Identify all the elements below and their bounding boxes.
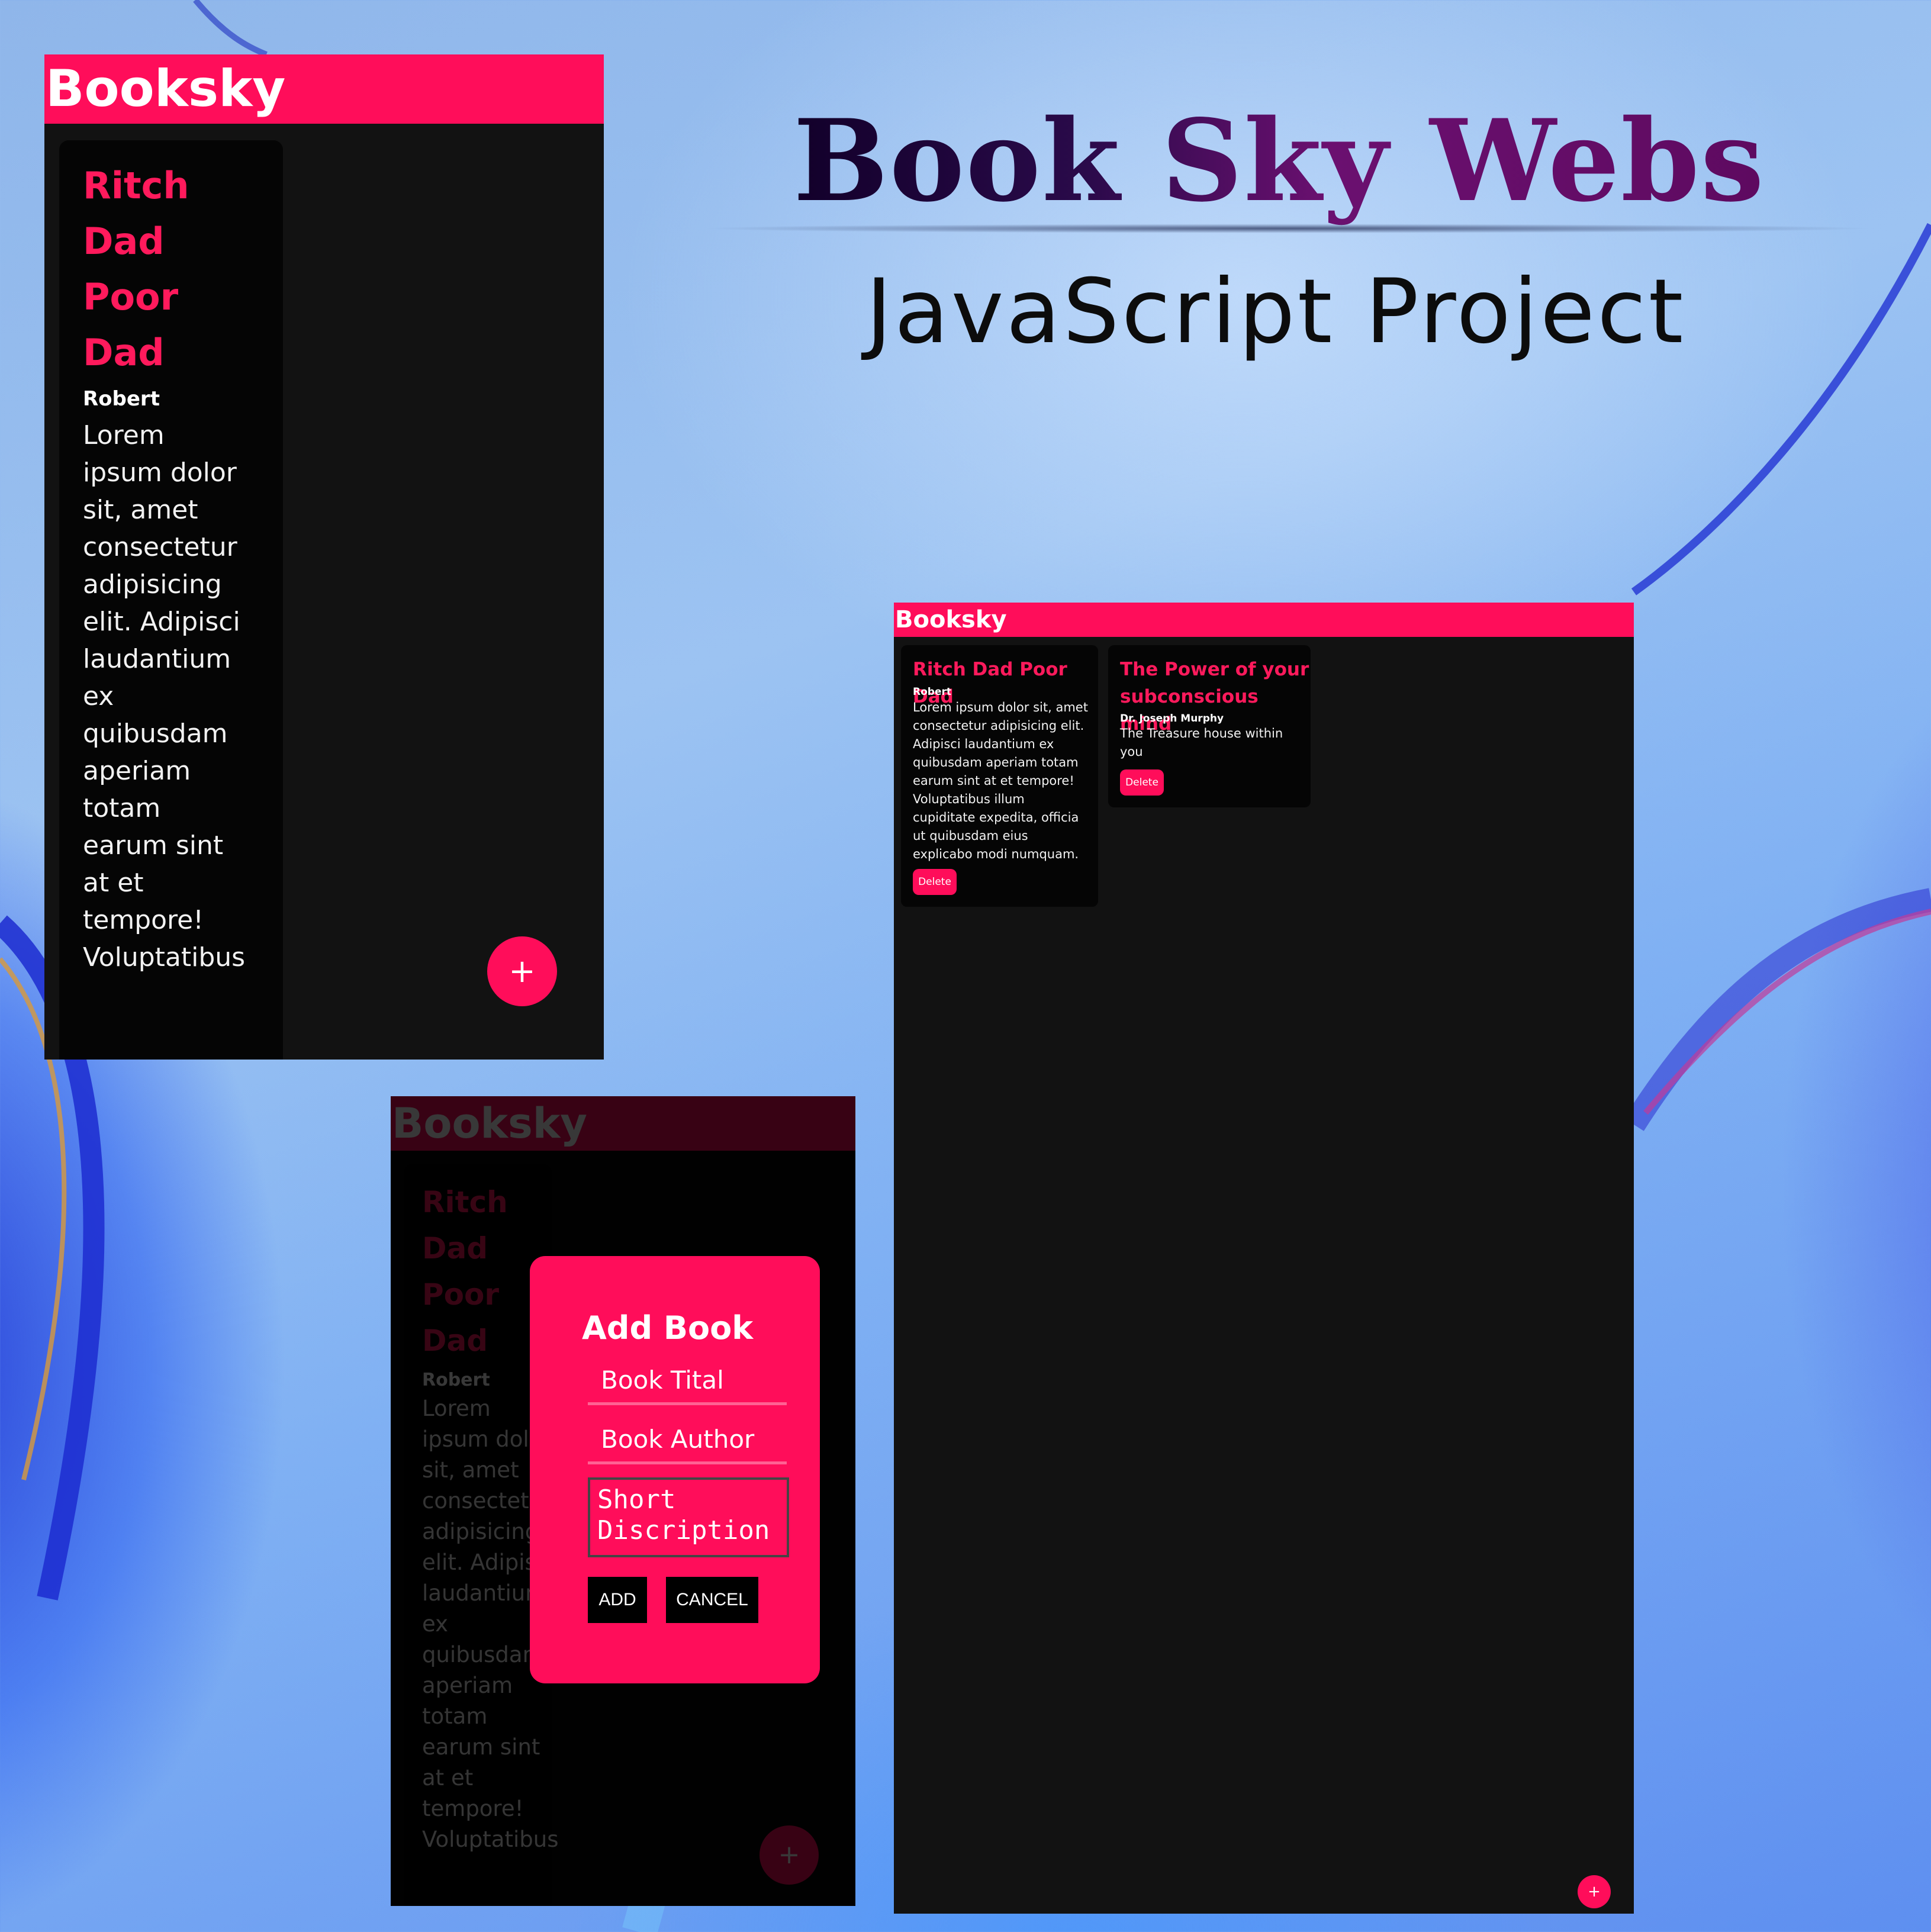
mobile-screenshot: Booksky Ritch Dad Poor Dad Robert Lorem … xyxy=(44,54,604,1060)
add-book-fab[interactable]: + xyxy=(487,936,557,1006)
delete-button[interactable]: Delete xyxy=(913,869,957,895)
book-title-input[interactable] xyxy=(588,1358,787,1405)
add-book-modal: Add Book ADD CANCEL xyxy=(530,1256,820,1683)
book-author: Dr. Joseph Murphy xyxy=(1120,713,1224,724)
headline-title: Book Sky Website xyxy=(793,95,1931,227)
desktop-screenshot: Booksky Ritch Dad Poor Dad Robert Lorem … xyxy=(894,603,1634,1914)
navbar-brand[interactable]: Booksky xyxy=(44,54,604,124)
delete-button[interactable]: Delete xyxy=(1120,769,1164,796)
title-line: Ritch xyxy=(83,164,189,207)
title-line: Dad xyxy=(83,220,165,263)
headline-underline xyxy=(699,224,1877,233)
book-author: Robert xyxy=(83,387,160,411)
cancel-button[interactable]: CANCEL xyxy=(666,1577,758,1623)
book-description: The Treasure house within you xyxy=(1120,726,1283,759)
modal-screenshot: Booksky Ritch Dad Poor Dad Robert Lorem … xyxy=(391,1096,855,1906)
book-description: Lorem ipsum dolor sit, amet consectetur … xyxy=(83,420,246,973)
book-title: Ritch Dad Poor Dad xyxy=(83,158,201,381)
title-line: Poor xyxy=(83,275,179,318)
book-author-input[interactable] xyxy=(588,1417,787,1464)
navbar-brand[interactable]: Booksky xyxy=(894,603,1634,637)
book-author: Robert xyxy=(913,686,951,698)
book-description: Lorem ipsum dolor sit, amet consectetur … xyxy=(913,700,1088,861)
title-line: Dad xyxy=(83,331,165,374)
modal-title: Add Book xyxy=(582,1309,754,1347)
headline-subtitle: JavaScript Project xyxy=(865,260,1686,363)
short-description-textarea[interactable] xyxy=(588,1477,789,1557)
add-book-fab[interactable]: + xyxy=(1578,1875,1611,1908)
add-button[interactable]: ADD xyxy=(588,1577,647,1623)
